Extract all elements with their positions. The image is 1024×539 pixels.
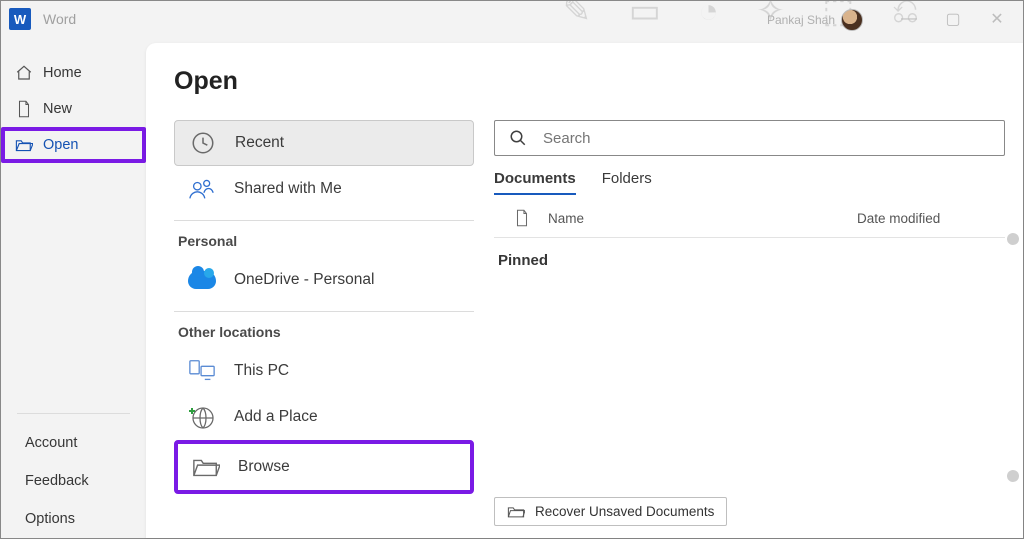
- user-avatar-icon: [841, 9, 863, 31]
- tab-folders[interactable]: Folders: [602, 170, 652, 195]
- location-browse-label: Browse: [238, 458, 290, 476]
- folder-open-icon: [15, 136, 33, 154]
- scrollbar[interactable]: [1007, 233, 1019, 482]
- location-onedrive[interactable]: OneDrive - Personal: [174, 257, 474, 303]
- scroll-down-icon[interactable]: [1007, 470, 1019, 482]
- file-list-header: Name Date modified: [494, 195, 1005, 238]
- maximize-button[interactable]: ▢: [931, 5, 975, 33]
- heading-other: Other locations: [174, 312, 474, 348]
- nav-feedback[interactable]: Feedback: [1, 462, 146, 500]
- nav-new[interactable]: New: [1, 91, 146, 127]
- nav-home[interactable]: Home: [1, 55, 146, 91]
- section-pinned: Pinned: [494, 238, 1005, 269]
- new-doc-icon: [15, 100, 33, 118]
- open-page: Open Recent Shared with Me: [146, 43, 1023, 538]
- search-icon: [509, 129, 527, 147]
- window-controls: — ▢ ✕: [887, 5, 1019, 33]
- search-box[interactable]: [494, 120, 1005, 156]
- recover-unsaved-label: Recover Unsaved Documents: [535, 504, 714, 519]
- location-addplace-label: Add a Place: [234, 408, 318, 426]
- tab-documents[interactable]: Documents: [494, 170, 576, 195]
- view-tabs: Documents Folders: [494, 170, 1005, 195]
- location-browse[interactable]: Browse: [174, 440, 474, 494]
- user-area[interactable]: Pankaj Shah: [767, 9, 863, 31]
- nav-open[interactable]: Open: [1, 127, 146, 163]
- clock-icon: [189, 129, 217, 157]
- recover-unsaved-button[interactable]: Recover Unsaved Documents: [494, 497, 727, 526]
- location-list: Recent Shared with Me Personal OneDrive …: [174, 120, 494, 538]
- pc-icon: [188, 357, 216, 385]
- column-name[interactable]: Name: [548, 211, 839, 226]
- scroll-up-icon[interactable]: [1007, 233, 1019, 245]
- home-icon: [15, 64, 33, 82]
- location-thispc-label: This PC: [234, 362, 289, 380]
- nav-open-label: Open: [43, 137, 78, 153]
- app-window: W Word ✎ ▭ ◔ ✧ ⬚ ⎌ Pankaj Shah — ▢ ✕ Hom…: [0, 0, 1024, 539]
- minimize-button[interactable]: —: [887, 5, 931, 33]
- location-shared-label: Shared with Me: [234, 180, 342, 198]
- folder-recover-icon: [507, 505, 525, 519]
- nav-account[interactable]: Account: [1, 424, 146, 462]
- nav-new-label: New: [43, 101, 72, 117]
- location-onedrive-label: OneDrive - Personal: [234, 271, 374, 289]
- location-recent-label: Recent: [235, 134, 284, 152]
- title-bar: W Word ✎ ▭ ◔ ✧ ⬚ ⎌ Pankaj Shah — ▢ ✕: [1, 1, 1023, 37]
- location-thispc[interactable]: This PC: [174, 348, 474, 394]
- location-recent[interactable]: Recent: [174, 120, 474, 166]
- location-shared[interactable]: Shared with Me: [174, 166, 474, 212]
- search-input[interactable]: [543, 130, 990, 147]
- title-decoration: ✎ ▭ ◔ ✧ ⬚ ⎌: [563, 1, 933, 31]
- word-logo-icon: W: [9, 8, 31, 30]
- user-name: Pankaj Shah: [767, 13, 835, 27]
- location-addplace[interactable]: Add a Place: [174, 394, 474, 440]
- folder-browse-icon: [192, 453, 220, 481]
- nav-options[interactable]: Options: [1, 500, 146, 538]
- close-button[interactable]: ✕: [975, 5, 1019, 33]
- app-name: Word: [43, 11, 76, 27]
- globe-plus-icon: [188, 403, 216, 431]
- people-icon: [188, 175, 216, 203]
- file-icon: [514, 209, 530, 227]
- onedrive-icon: [188, 266, 216, 294]
- heading-personal: Personal: [174, 221, 474, 257]
- nav-home-label: Home: [43, 65, 82, 81]
- backstage-nav: Home New Open Account Feedback Options: [1, 37, 146, 538]
- page-title: Open: [174, 67, 1023, 96]
- column-date[interactable]: Date modified: [857, 211, 997, 226]
- file-browser: Documents Folders Name Date modified Pin…: [494, 120, 1023, 538]
